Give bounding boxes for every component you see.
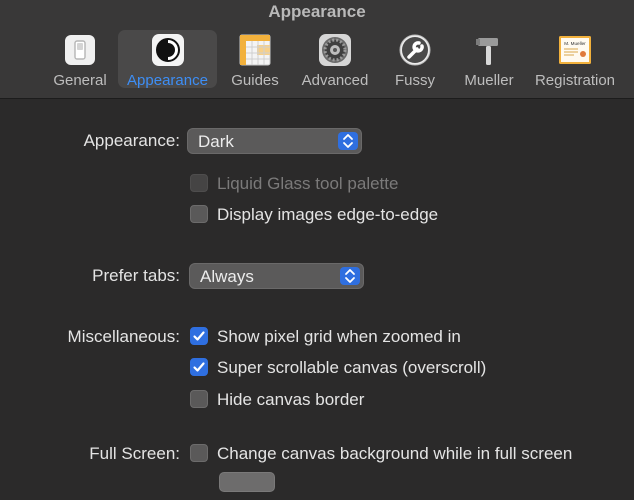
tab-appearance[interactable]: Appearance (118, 30, 217, 89)
prefer-tabs-popup[interactable]: Always (189, 263, 364, 289)
pixel-grid-checkbox[interactable] (190, 327, 208, 345)
tab-guides[interactable]: Guides (226, 30, 284, 89)
liquid-glass-checkbox[interactable] (190, 174, 208, 192)
overscroll-label: Super scrollable canvas (overscroll) (217, 358, 487, 377)
certificate-icon: M. Mueller (558, 33, 592, 67)
hide-border-label: Hide canvas border (217, 390, 365, 409)
pixel-grid-label: Show pixel grid when zoomed in (217, 327, 461, 346)
change-bg-checkbox[interactable] (190, 444, 208, 462)
chevron-updown-icon (340, 267, 360, 285)
tab-registration[interactable]: M. Mueller Registration (530, 30, 620, 89)
hide-border-checkbox[interactable] (190, 390, 208, 408)
tab-fussy-label: Fussy (394, 72, 435, 89)
miscellaneous-label: Miscellaneous: (67, 327, 180, 346)
liquid-glass-label: Liquid Glass tool palette (217, 174, 399, 193)
switch-icon (63, 33, 97, 67)
appearance-popup-value: Dark (198, 132, 234, 151)
certificate-name: M. Mueller (564, 41, 586, 46)
full-screen-label: Full Screen: (89, 444, 180, 463)
appearance-label: Appearance: (83, 131, 180, 150)
prefer-tabs-popup-value: Always (200, 267, 254, 286)
tab-fussy[interactable]: Fussy (390, 30, 440, 89)
tab-advanced[interactable]: Advanced (298, 30, 372, 89)
checkmark-icon (193, 331, 205, 341)
edge-to-edge-label: Display images edge-to-edge (217, 205, 439, 224)
hammer-icon (472, 33, 506, 67)
gear-icon (318, 33, 352, 67)
tab-registration-label: Registration (534, 72, 616, 89)
wrench-icon (398, 33, 432, 67)
tab-mueller[interactable]: Mueller (460, 30, 518, 89)
tab-general[interactable]: General (50, 30, 110, 89)
chevron-updown-icon (338, 132, 358, 150)
preferences-toolbar: Appearance General Appearance Guides Adv… (0, 0, 634, 99)
fullscreen-color-well[interactable] (219, 472, 275, 492)
edge-to-edge-checkbox[interactable] (190, 205, 208, 223)
contrast-icon (151, 33, 185, 67)
tab-appearance-label: Appearance (127, 72, 208, 89)
tab-mueller-label: Mueller (464, 72, 514, 89)
tab-advanced-label: Advanced (301, 72, 369, 89)
change-bg-label: Change canvas background while in full s… (217, 444, 573, 463)
prefer-tabs-label: Prefer tabs: (92, 266, 180, 285)
overscroll-checkbox[interactable] (190, 358, 208, 376)
tab-guides-label: Guides (231, 72, 279, 89)
grid-sheet-icon (238, 33, 272, 67)
window-title: Appearance (268, 2, 366, 21)
tab-general-label: General (53, 72, 107, 89)
appearance-popup[interactable]: Dark (187, 128, 362, 154)
checkmark-icon (193, 362, 205, 372)
